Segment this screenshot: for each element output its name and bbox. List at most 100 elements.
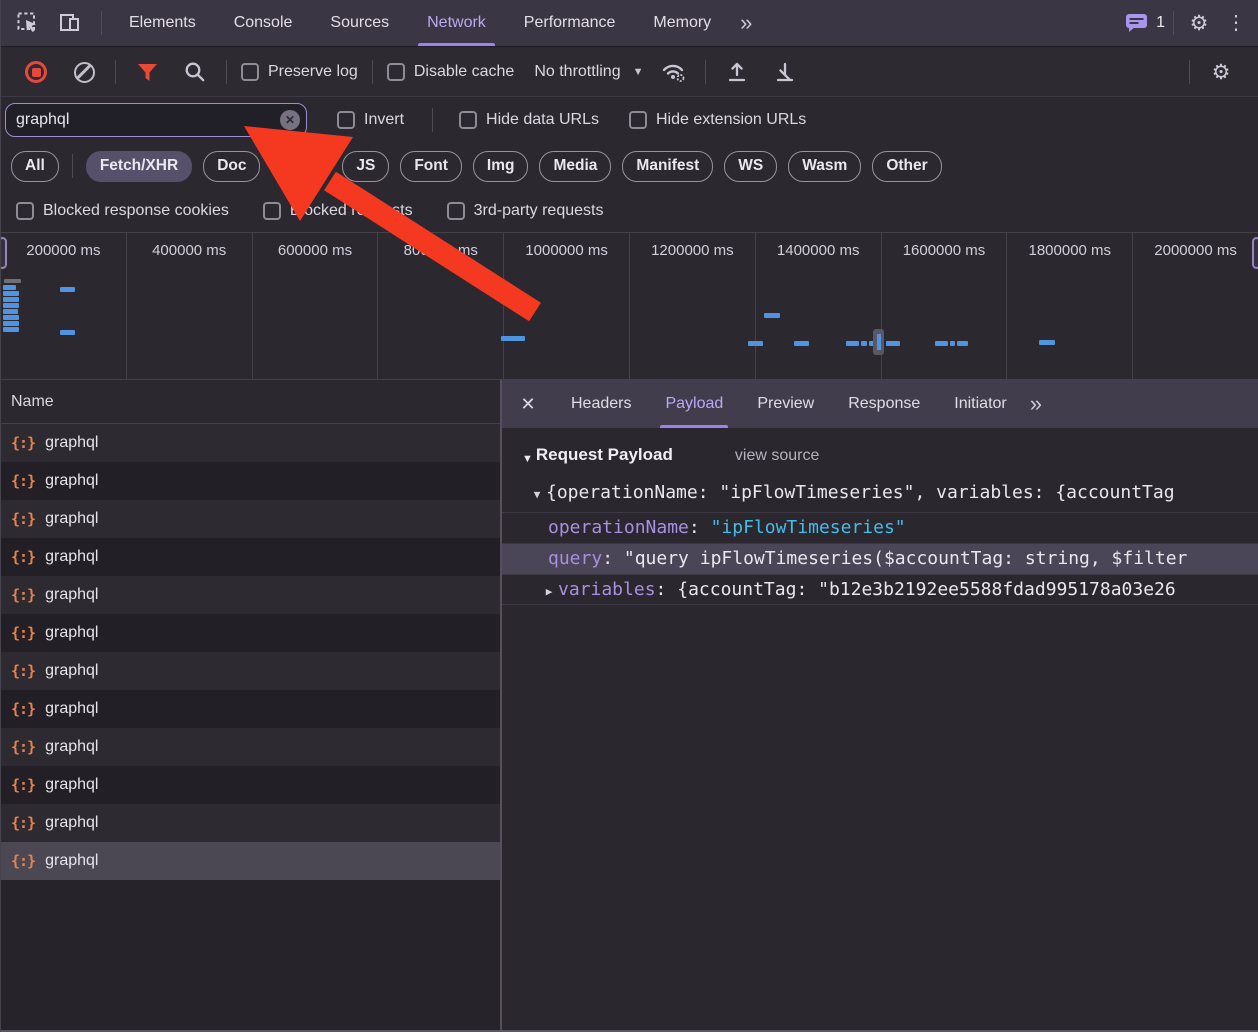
request-row[interactable]: {:}graphql bbox=[1, 728, 500, 766]
payload-summary-row[interactable]: ▼{operationName: "ipFlowTimeseries", var… bbox=[502, 475, 1258, 512]
tab-sources[interactable]: Sources bbox=[311, 0, 408, 46]
tab-console[interactable]: Console bbox=[215, 0, 312, 46]
waterfall-bar bbox=[501, 336, 525, 341]
timeline-tick: 1200000 ms bbox=[630, 233, 756, 379]
request-row[interactable]: {:}graphql bbox=[1, 766, 500, 804]
inspect-element-button[interactable] bbox=[11, 6, 45, 40]
request-row[interactable]: {:}graphql bbox=[1, 804, 500, 842]
export-har-button[interactable] bbox=[768, 55, 802, 89]
timeline-tick: 400000 ms bbox=[127, 233, 253, 379]
waterfall-bar bbox=[3, 321, 19, 326]
more-detail-tabs-button[interactable]: » bbox=[1030, 393, 1040, 415]
detail-tab-headers[interactable]: Headers bbox=[554, 380, 648, 428]
clear-network-log-button[interactable] bbox=[67, 55, 101, 89]
inspect-cursor-icon bbox=[16, 11, 40, 35]
record-network-log-button[interactable] bbox=[19, 55, 53, 89]
clear-filter-button[interactable]: ✕ bbox=[280, 110, 300, 130]
filter-toggle-button[interactable] bbox=[130, 55, 164, 89]
type-filter-ws[interactable]: WS bbox=[724, 151, 777, 182]
detail-tab-initiator[interactable]: Initiator bbox=[937, 380, 1023, 428]
devtools-tabbar: Elements Console Sources Network Perform… bbox=[1, 0, 1258, 47]
search-network-button[interactable] bbox=[178, 55, 212, 89]
gear-icon: ⚙ bbox=[1190, 13, 1209, 34]
type-filter-wasm[interactable]: Wasm bbox=[788, 151, 861, 182]
request-row[interactable]: {:}graphql bbox=[1, 652, 500, 690]
fetch-xhr-icon: {:} bbox=[11, 776, 35, 794]
timeline-tick: 200000 ms bbox=[1, 233, 127, 379]
type-filter-font[interactable]: Font bbox=[400, 151, 462, 182]
request-type-filters: All Fetch/XHR Doc CSS JS Font Img Media … bbox=[1, 143, 1258, 189]
third-party-requests-checkbox[interactable]: 3rd-party requests bbox=[447, 202, 604, 220]
waterfall-bar bbox=[3, 303, 19, 308]
preserve-log-checkbox[interactable]: Preserve log bbox=[241, 63, 358, 81]
name-column-header[interactable]: Name bbox=[1, 380, 500, 424]
detail-tab-payload[interactable]: Payload bbox=[648, 380, 740, 428]
request-row-selected[interactable]: {:}graphql bbox=[1, 842, 500, 880]
detail-tab-preview[interactable]: Preview bbox=[740, 380, 831, 428]
type-filter-manifest[interactable]: Manifest bbox=[622, 151, 713, 182]
type-filter-media[interactable]: Media bbox=[539, 151, 611, 182]
payload-row-query[interactable]: query: "query ipFlowTimeseries($accountT… bbox=[502, 543, 1258, 574]
checkbox-icon bbox=[241, 63, 259, 81]
type-filter-img[interactable]: Img bbox=[473, 151, 529, 182]
type-filter-css[interactable]: CSS bbox=[271, 151, 331, 182]
request-row[interactable]: {:}graphql bbox=[1, 690, 500, 728]
more-tabs-button[interactable]: » bbox=[730, 0, 760, 46]
customize-menu-button[interactable]: ⋮ bbox=[1224, 6, 1248, 40]
device-toolbar-button[interactable] bbox=[53, 6, 87, 40]
tab-network[interactable]: Network bbox=[408, 0, 505, 46]
overview-left-handle[interactable] bbox=[0, 237, 7, 269]
overview-right-handle[interactable] bbox=[1252, 237, 1258, 269]
blocked-response-cookies-checkbox[interactable]: Blocked response cookies bbox=[16, 202, 229, 220]
close-detail-button[interactable]: ✕ bbox=[502, 394, 554, 415]
request-row[interactable]: {:}graphql bbox=[1, 614, 500, 652]
type-filter-other[interactable]: Other bbox=[872, 151, 941, 182]
issues-button[interactable]: 1 bbox=[1125, 13, 1165, 33]
request-row[interactable]: {:}graphql bbox=[1, 462, 500, 500]
request-row[interactable]: {:}graphql bbox=[1, 424, 500, 462]
funnel-icon bbox=[137, 63, 158, 82]
type-filter-all[interactable]: All bbox=[11, 151, 59, 182]
throttling-select[interactable]: No throttling ▼ bbox=[534, 63, 643, 81]
network-settings-button[interactable]: ⚙ bbox=[1204, 55, 1238, 89]
disable-cache-checkbox[interactable]: Disable cache bbox=[387, 63, 515, 81]
view-source-link[interactable]: view source bbox=[735, 447, 819, 465]
detail-tabbar: ✕ Headers Payload Preview Response Initi… bbox=[502, 380, 1258, 428]
payload-row-variables[interactable]: ▶variables: {accountTag: "b12e3b2192ee55… bbox=[502, 574, 1258, 605]
detail-tab-response[interactable]: Response bbox=[831, 380, 937, 428]
network-overview-timeline[interactable]: 200000 ms 400000 ms 600000 ms 800000 ms … bbox=[1, 232, 1258, 380]
request-row[interactable]: {:}graphql bbox=[1, 538, 500, 576]
type-filter-fetch-xhr[interactable]: Fetch/XHR bbox=[86, 151, 192, 182]
request-row[interactable]: {:}graphql bbox=[1, 500, 500, 538]
waterfall-bar bbox=[4, 279, 21, 283]
payload-row-operationname[interactable]: operationName: "ipFlowTimeseries" bbox=[502, 512, 1258, 543]
waterfall-bar bbox=[950, 341, 955, 346]
download-icon bbox=[773, 61, 797, 83]
invert-checkbox[interactable]: Invert bbox=[337, 111, 404, 129]
waterfall-bar bbox=[3, 315, 19, 320]
import-har-button[interactable] bbox=[720, 55, 754, 89]
fetch-xhr-icon: {:} bbox=[11, 852, 35, 870]
payload-section-title: Request Payload bbox=[536, 445, 673, 465]
chevron-down-icon: ▼ bbox=[633, 66, 644, 78]
network-conditions-button[interactable] bbox=[657, 55, 691, 89]
type-filter-js[interactable]: JS bbox=[342, 151, 389, 182]
tab-performance[interactable]: Performance bbox=[505, 0, 635, 46]
hide-extension-urls-checkbox[interactable]: Hide extension URLs bbox=[629, 111, 806, 129]
waterfall-bar bbox=[764, 313, 780, 318]
type-filter-doc[interactable]: Doc bbox=[203, 151, 260, 182]
filter-input[interactable] bbox=[5, 103, 307, 137]
tab-memory[interactable]: Memory bbox=[634, 0, 730, 46]
checkbox-icon bbox=[337, 111, 355, 129]
fetch-xhr-icon: {:} bbox=[11, 510, 35, 528]
timeline-tick: 1800000 ms bbox=[1007, 233, 1133, 379]
blocked-requests-checkbox[interactable]: Blocked requests bbox=[263, 202, 413, 220]
waterfall-bar bbox=[846, 341, 859, 346]
hide-data-urls-checkbox[interactable]: Hide data URLs bbox=[459, 111, 599, 129]
request-row[interactable]: {:}graphql bbox=[1, 576, 500, 614]
tab-elements[interactable]: Elements bbox=[110, 0, 215, 46]
fetch-xhr-icon: {:} bbox=[11, 586, 35, 604]
settings-button[interactable]: ⚙ bbox=[1182, 6, 1216, 40]
timeline-tick: 2000000 ms bbox=[1133, 233, 1258, 379]
request-payload-section[interactable]: ▼ Request Payload view source bbox=[502, 428, 1258, 475]
